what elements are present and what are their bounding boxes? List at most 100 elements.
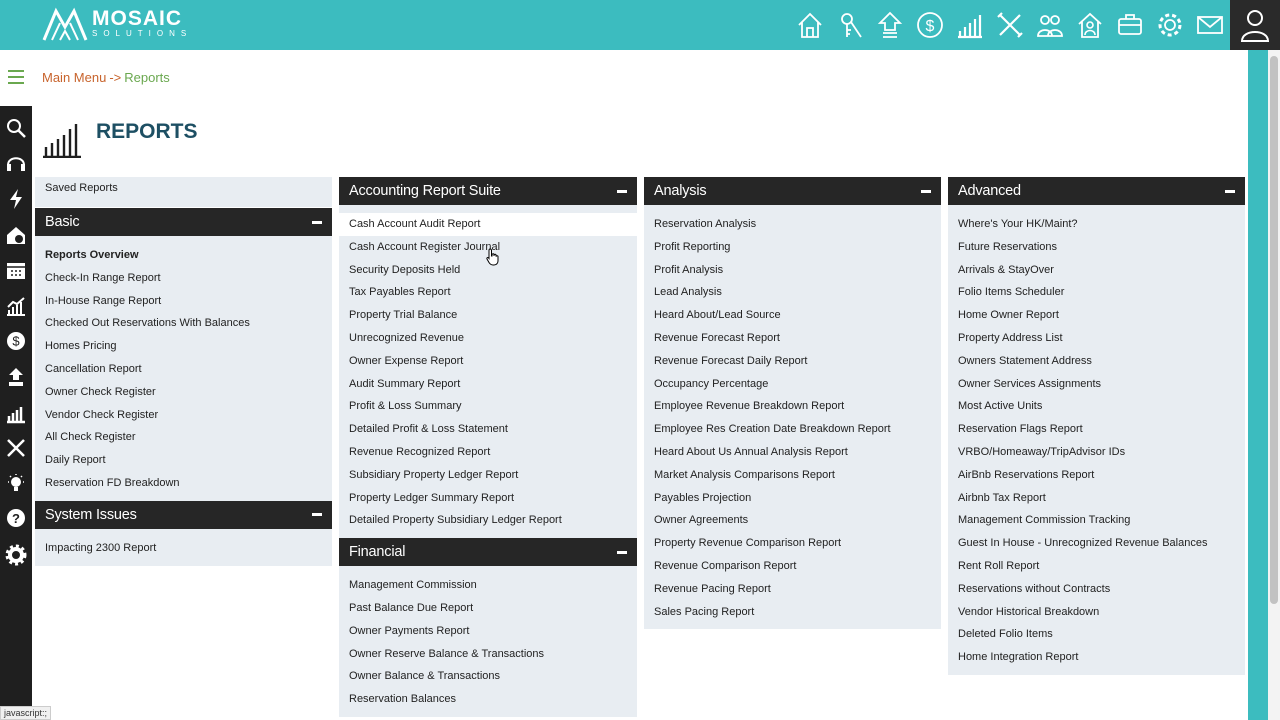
help-icon[interactable]: ? [0, 502, 32, 538]
report-link[interactable]: All Check Register [35, 426, 332, 449]
financial-panel-header[interactable]: Financial [339, 538, 637, 567]
advanced-panel-header[interactable]: Advanced [948, 177, 1245, 205]
report-link[interactable]: Property Ledger Summary Report [339, 487, 637, 510]
tools-icon[interactable] [0, 430, 32, 466]
keys-icon[interactable] [832, 6, 868, 44]
report-link[interactable]: Arrivals & StayOver [948, 259, 1245, 282]
report-link[interactable]: Reservation FD Breakdown [35, 472, 332, 495]
lightbulb-icon[interactable] [0, 466, 32, 502]
search-icon[interactable] [0, 110, 32, 146]
report-link[interactable]: Homes Pricing [35, 335, 332, 358]
collapse-icon[interactable] [617, 550, 627, 554]
report-link[interactable]: Checked Out Reservations With Balances [35, 312, 332, 335]
report-link[interactable]: Home Owner Report [948, 304, 1245, 327]
bar-chart-icon[interactable] [0, 395, 32, 431]
report-link[interactable]: Heard About Us Annual Analysis Report [644, 441, 941, 464]
collapse-icon[interactable] [312, 220, 322, 224]
gear-icon[interactable] [1152, 6, 1188, 44]
report-link[interactable]: Revenue Forecast Report [644, 327, 941, 350]
report-link[interactable]: Guest In House - Unrecognized Revenue Ba… [948, 532, 1245, 555]
report-link[interactable]: Employee Res Creation Date Breakdown Rep… [644, 418, 941, 441]
lightning-icon[interactable] [0, 181, 32, 217]
report-link[interactable]: Profit Reporting [644, 236, 941, 259]
report-link[interactable]: Sales Pacing Report [644, 601, 941, 624]
briefcase-icon[interactable] [1112, 6, 1148, 44]
report-link[interactable]: Occupancy Percentage [644, 373, 941, 396]
report-link[interactable]: Profit & Loss Summary [339, 395, 637, 418]
report-link[interactable]: Cash Account Audit Report [339, 213, 637, 236]
report-link[interactable]: Reservation Flags Report [948, 418, 1245, 441]
report-link[interactable]: Subsidiary Property Ledger Report [339, 464, 637, 487]
report-link[interactable]: Rent Roll Report [948, 555, 1245, 578]
report-link[interactable]: VRBO/Homeaway/TripAdvisor IDs [948, 441, 1245, 464]
report-link[interactable]: Heard About/Lead Source [644, 304, 941, 327]
upload-icon[interactable] [872, 6, 908, 44]
headset-icon[interactable] [0, 146, 32, 182]
report-link[interactable]: Home Integration Report [948, 646, 1245, 669]
report-link[interactable]: Where's Your HK/Maint? [948, 213, 1245, 236]
breadcrumb-main-menu[interactable]: Main Menu [42, 70, 106, 85]
report-link[interactable]: Detailed Profit & Loss Statement [339, 418, 637, 441]
report-link[interactable]: Owner Balance & Transactions [339, 665, 637, 688]
report-link[interactable]: Vendor Check Register [35, 404, 332, 427]
report-link[interactable]: Most Active Units [948, 395, 1245, 418]
report-link[interactable]: Property Trial Balance [339, 304, 637, 327]
report-link[interactable]: Market Analysis Comparisons Report [644, 464, 941, 487]
report-link[interactable]: Cancellation Report [35, 358, 332, 381]
report-link[interactable]: Unrecognized Revenue [339, 327, 637, 350]
report-link[interactable]: Folio Items Scheduler [948, 281, 1245, 304]
report-link[interactable]: Future Reservations [948, 236, 1245, 259]
report-link[interactable]: Daily Report [35, 449, 332, 472]
report-link[interactable]: Detailed Property Subsidiary Ledger Repo… [339, 509, 637, 532]
report-link[interactable]: Impacting 2300 Report [35, 537, 332, 560]
collapse-icon[interactable] [921, 189, 931, 193]
report-link[interactable]: Owner Reserve Balance & Transactions [339, 643, 637, 666]
bar-chart-icon[interactable] [952, 6, 988, 44]
analysis-panel-header[interactable]: Analysis [644, 177, 941, 205]
report-link[interactable]: Tax Payables Report [339, 281, 637, 304]
report-link[interactable]: Revenue Comparison Report [644, 555, 941, 578]
report-link[interactable]: Reservation Balances [339, 688, 637, 711]
report-link[interactable]: Revenue Recognized Report [339, 441, 637, 464]
collapse-icon[interactable] [312, 513, 322, 517]
report-link[interactable]: Owner Expense Report [339, 350, 637, 373]
report-link[interactable]: Lead Analysis [644, 281, 941, 304]
line-chart-icon[interactable] [0, 288, 32, 324]
home-icon[interactable] [792, 6, 828, 44]
report-link[interactable]: Check-In Range Report [35, 267, 332, 290]
report-link[interactable]: Owner Payments Report [339, 620, 637, 643]
report-link[interactable]: Property Address List [948, 327, 1245, 350]
report-link[interactable]: Owners Statement Address [948, 350, 1245, 373]
brand-logo[interactable]: MOSAIC SOLUTIONS [42, 4, 192, 42]
people-icon[interactable] [1032, 6, 1068, 44]
report-link[interactable]: Owner Agreements [644, 509, 941, 532]
collapse-icon[interactable] [1225, 189, 1235, 193]
report-link[interactable]: Reports Overview [35, 244, 332, 267]
report-link[interactable]: AirBnb Reservations Report [948, 464, 1245, 487]
report-link[interactable]: Reservations without Contracts [948, 578, 1245, 601]
house-info-icon[interactable] [0, 217, 32, 253]
system-issues-panel-header[interactable]: System Issues [35, 500, 332, 529]
saved-reports-link[interactable]: Saved Reports [35, 181, 332, 203]
report-link[interactable]: Employee Revenue Breakdown Report [644, 395, 941, 418]
breadcrumb-reports[interactable]: Reports [124, 70, 170, 85]
basic-panel-header[interactable]: Basic [35, 208, 332, 236]
report-link[interactable]: Management Commission [339, 574, 637, 597]
hamburger-menu-icon[interactable] [8, 70, 24, 84]
scrollbar-thumb[interactable] [1270, 56, 1278, 604]
accounting-panel-header[interactable]: Accounting Report Suite [339, 177, 637, 205]
report-link[interactable]: Revenue Forecast Daily Report [644, 350, 941, 373]
settings-gear-icon[interactable] [0, 537, 32, 573]
user-profile-icon[interactable] [1230, 0, 1280, 50]
report-link[interactable]: Reservation Analysis [644, 213, 941, 236]
dollar-icon[interactable]: $ [912, 6, 948, 44]
dollar-circle-icon[interactable]: $ [0, 324, 32, 360]
house-user-icon[interactable] [1072, 6, 1108, 44]
report-link[interactable]: Past Balance Due Report [339, 597, 637, 620]
upload-box-icon[interactable] [0, 359, 32, 395]
report-link[interactable]: Vendor Historical Breakdown [948, 601, 1245, 624]
tools-icon[interactable] [992, 6, 1028, 44]
report-link[interactable]: Audit Summary Report [339, 373, 637, 396]
report-link[interactable]: Owner Services Assignments [948, 373, 1245, 396]
mail-icon[interactable] [1192, 6, 1228, 44]
